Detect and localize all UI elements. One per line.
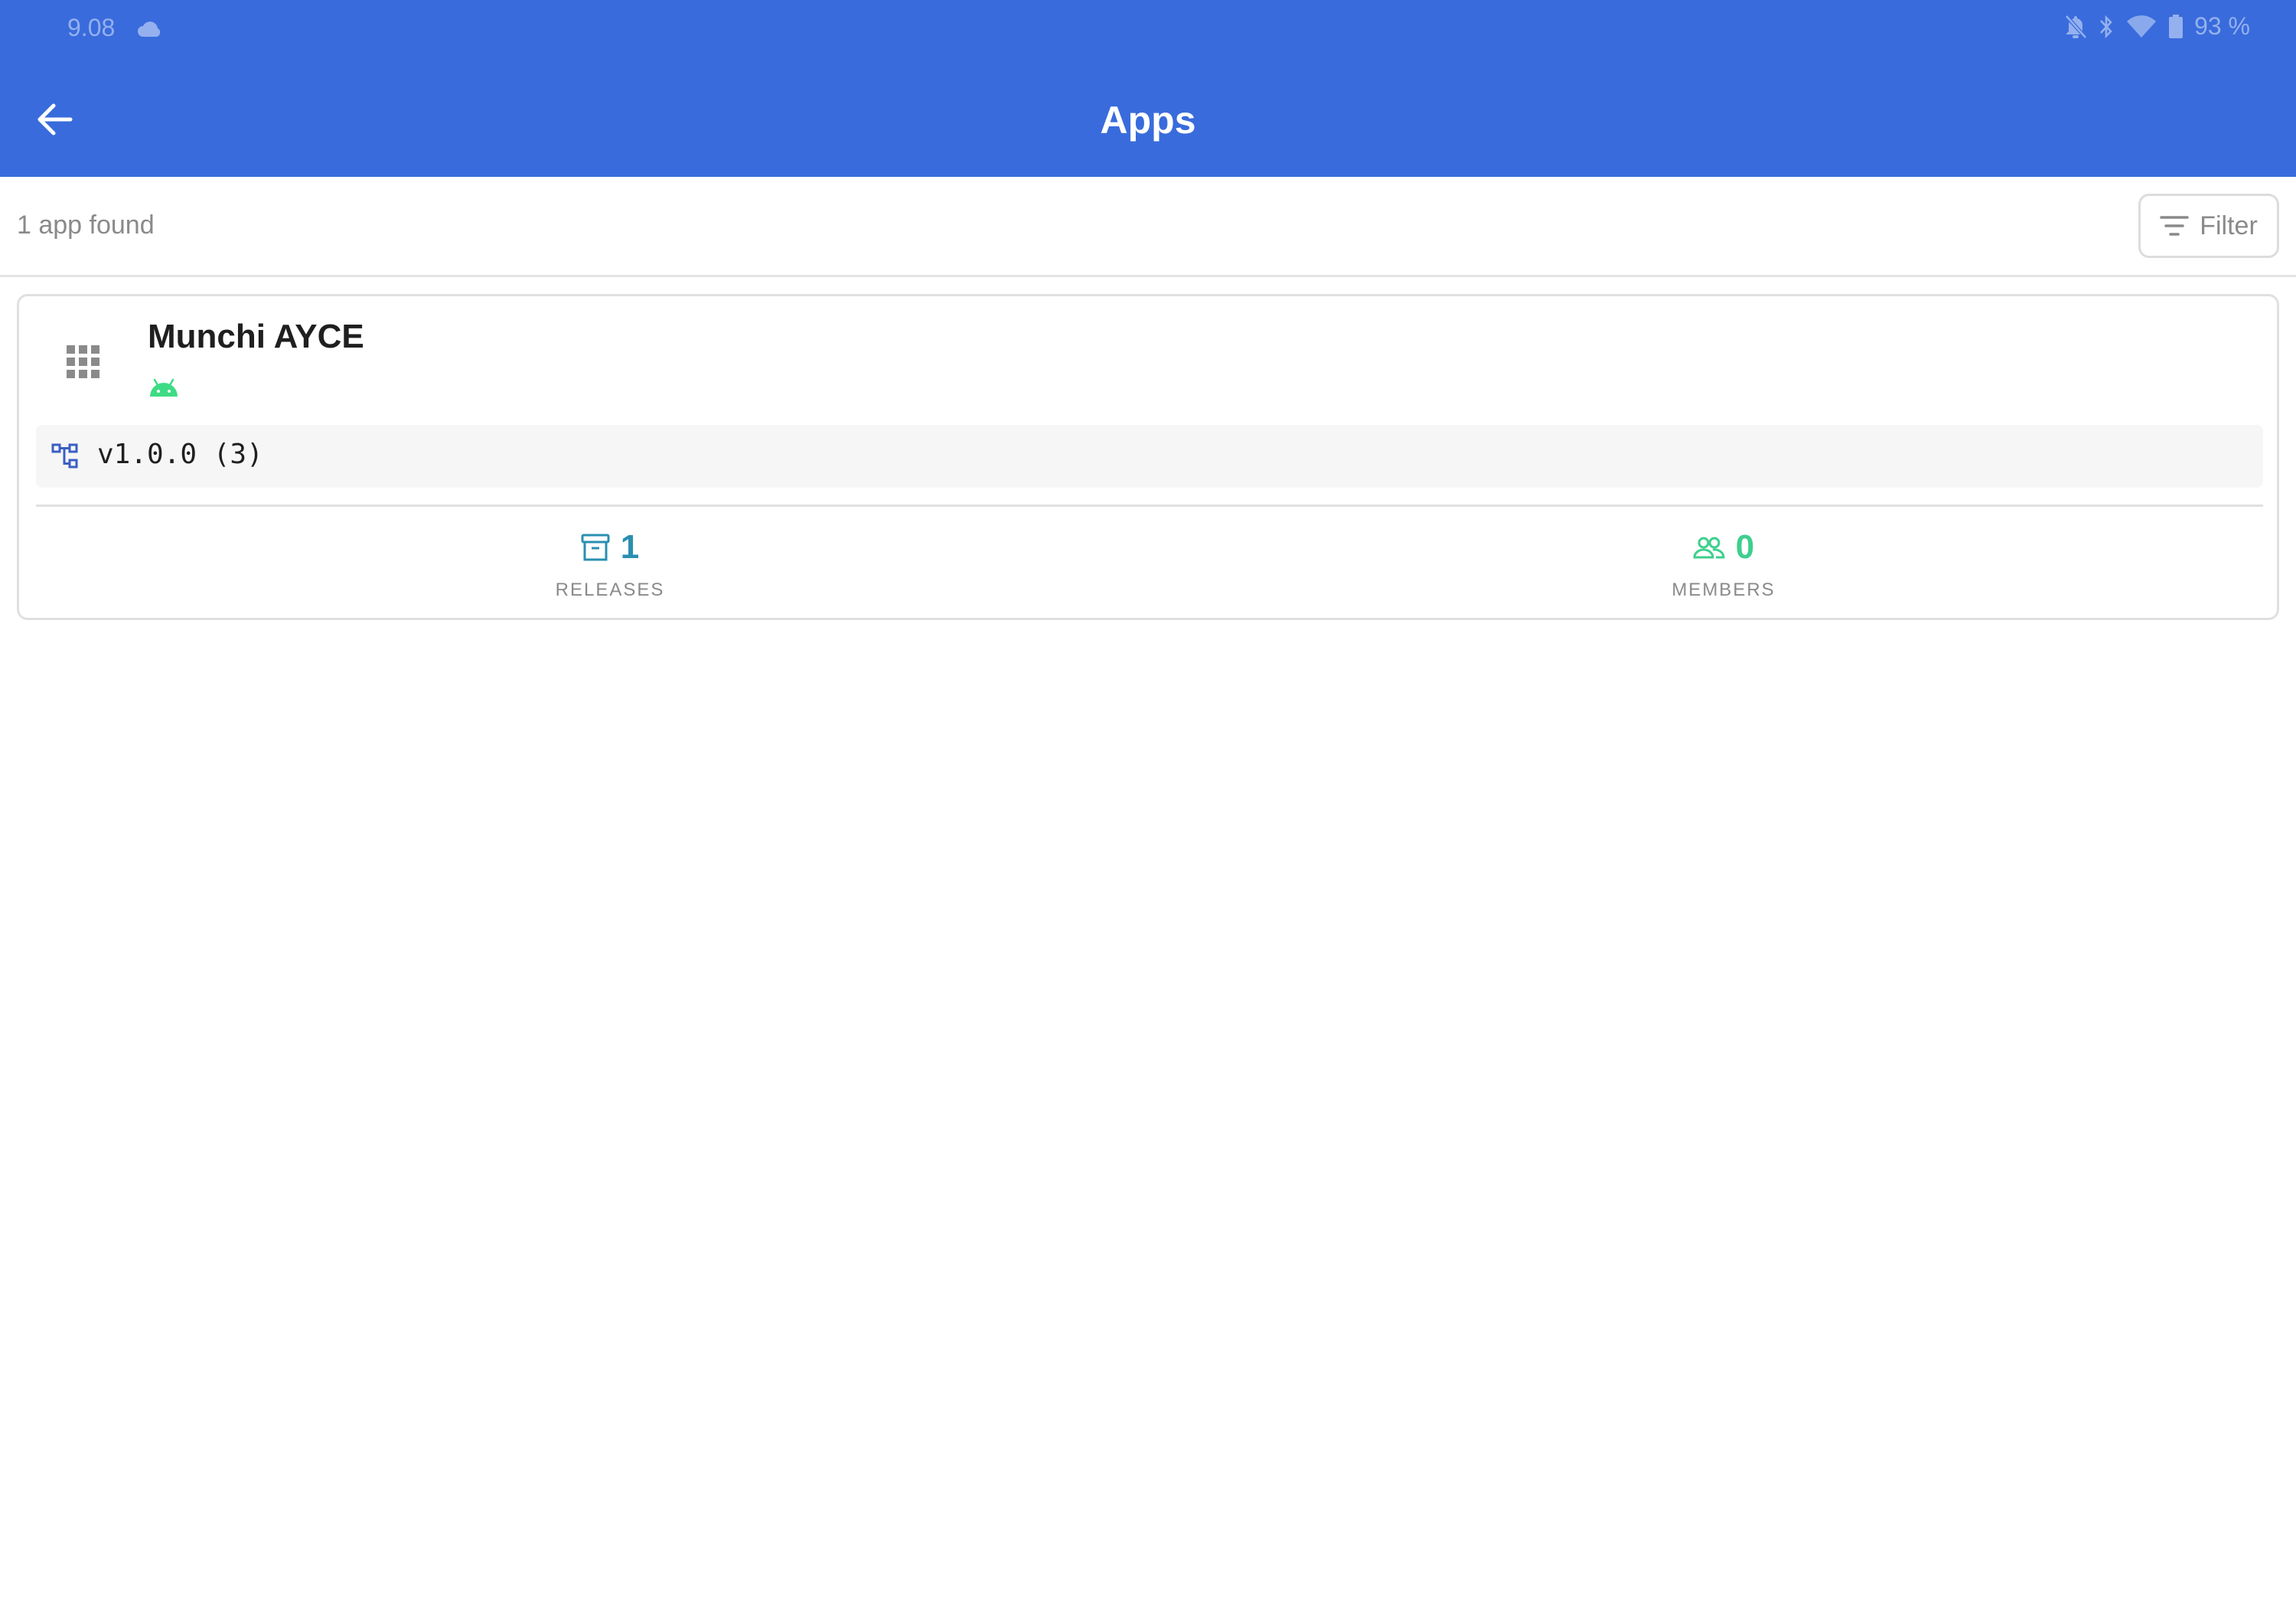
filter-label: Filter [2200,211,2258,240]
releases-stat[interactable]: 1 RELEASES [380,526,840,601]
version-row: v1.0.0 (3) [36,425,2263,488]
members-stat[interactable]: 0 MEMBERS [1494,526,1953,601]
app-name: Munchi AYCE [148,318,364,355]
archive-icon [581,534,610,561]
battery-percent: 93 % [2194,12,2250,40]
members-label: MEMBERS [1671,580,1776,600]
bluetooth-icon [2100,15,2112,38]
status-time: 9.08 [67,14,116,41]
notifications-off-icon [2065,14,2087,39]
results-bar: 1 app found Filter [0,177,2296,277]
apps-screen: 9.08 93 % Apps 1 app found Filter Munchi… [0,0,2296,1623]
apps-grid-icon [67,345,99,378]
cloud-icon [138,21,161,37]
battery-icon [2169,14,2183,38]
status-icons: 93 % [2064,12,2250,41]
page-title: Apps [1100,99,1196,142]
divider [36,505,2263,507]
android-icon [150,378,178,397]
app-bar: 9.08 93 % Apps [0,0,2296,177]
version-tree-icon [51,443,78,469]
members-count: 0 [1735,528,1755,566]
app-card[interactable]: Munchi AYCE v1.0.0 (3) 1 RELEASES 0 MEMB… [17,294,2279,620]
releases-label: RELEASES [555,580,665,600]
filter-icon [2160,216,2189,236]
releases-count: 1 [620,528,640,566]
version-label: v1.0.0 (3) [97,439,263,470]
members-icon [1693,537,1725,559]
wifi-icon [2127,15,2157,38]
results-count: 1 app found [17,211,155,240]
filter-button[interactable]: Filter [2138,194,2279,258]
